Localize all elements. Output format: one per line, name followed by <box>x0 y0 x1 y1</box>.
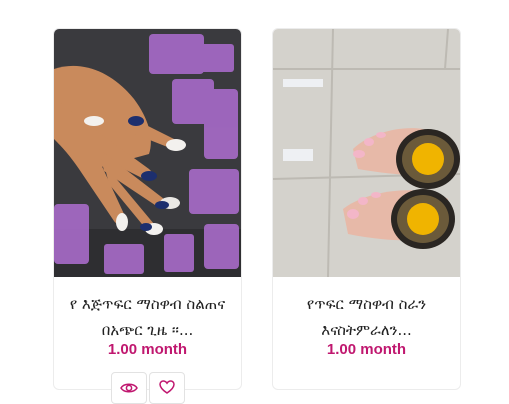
eye-icon <box>120 379 138 398</box>
heart-icon <box>159 379 175 398</box>
product-card[interactable]: የጥፍር ማስዋብ ስራን እናስትምራለን... 1.00 month <box>272 28 461 390</box>
product-image-pedicure[interactable] <box>273 29 460 277</box>
product-image-manicure[interactable] <box>54 29 241 277</box>
wishlist-button[interactable] <box>149 372 185 404</box>
quick-view-button[interactable] <box>111 372 147 404</box>
product-card[interactable]: የ እጅጥፍር ማስዋብ ስልጠና በአጭር ጊዜ ፡፡... 1.00 mon… <box>53 28 242 390</box>
product-title[interactable]: የጥፍር ማስዋብ ስራን እናስትምራለን... <box>281 291 452 343</box>
product-price: 1.00 month <box>107 341 188 358</box>
product-title[interactable]: የ እጅጥፍር ማስዋብ ስልጠና በአጭር ጊዜ ፡፡... <box>62 291 233 343</box>
product-price: 1.00 month <box>326 341 407 358</box>
product-actions <box>111 372 187 404</box>
